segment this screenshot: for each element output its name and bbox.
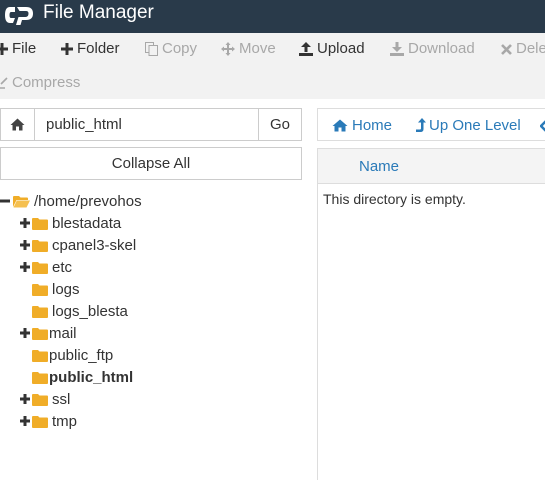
delete-label: Dele (516, 40, 545, 57)
file-table: Name This directory is empty. (317, 148, 545, 480)
path-input[interactable] (34, 108, 259, 141)
name-column-header[interactable]: Name (359, 158, 399, 175)
level-up-icon (416, 118, 426, 132)
home-icon (10, 118, 25, 131)
move-icon (221, 42, 235, 56)
back-button[interactable] (540, 109, 545, 142)
upload-button[interactable]: Upload (299, 38, 365, 60)
tree-item-label: cpanel3-skel (52, 236, 137, 254)
close-icon (501, 43, 512, 55)
plus-icon (20, 262, 30, 272)
new-file-label: File (12, 40, 37, 57)
app-header: File Manager (0, 0, 545, 33)
copy-button[interactable]: Copy (145, 38, 197, 60)
home-label: Home (352, 117, 393, 134)
move-button[interactable]: Move (221, 38, 276, 60)
tree-item-public-html[interactable]: public_html (32, 366, 133, 388)
plus-icon (20, 328, 30, 338)
delete-button[interactable]: Dele (501, 38, 545, 60)
new-file-button[interactable]: File (0, 38, 36, 60)
new-folder-label: Folder (77, 40, 120, 57)
plus-icon (61, 43, 73, 55)
tree-item-label: blestadata (52, 214, 122, 232)
tree-item-cpanel3-skel[interactable]: cpanel3-skel (20, 234, 136, 256)
toolbar: File Folder Copy Move Upload Download De… (0, 33, 545, 99)
folder-icon (32, 415, 48, 428)
new-folder-button[interactable]: Folder (61, 38, 120, 60)
tree-root[interactable]: /home/prevohos (0, 190, 142, 212)
tree-item-label: public_ftp (49, 346, 114, 364)
move-label: Move (239, 40, 276, 57)
tree-item-ssl[interactable]: ssl (20, 388, 70, 410)
tree-item-logs[interactable]: logs (32, 278, 80, 300)
back-arrow-icon (540, 119, 545, 132)
folder-icon (32, 327, 48, 340)
home-button[interactable]: Home (332, 109, 392, 142)
collapse-all-button[interactable]: Collapse All (0, 147, 302, 180)
upload-label: Upload (317, 40, 365, 57)
plus-icon (0, 43, 8, 55)
plus-icon (20, 416, 30, 426)
tree-item-label: logs_blesta (52, 302, 128, 320)
folder-icon (32, 349, 48, 362)
folder-icon (32, 283, 48, 296)
up-one-level-label: Up One Level (429, 117, 521, 134)
download-button[interactable]: Download (390, 38, 475, 60)
plus-icon (20, 240, 30, 250)
tree-item-mail[interactable]: mail (20, 322, 77, 344)
download-icon (390, 42, 404, 56)
path-bar: Go (0, 108, 302, 141)
open-folder-icon (13, 195, 30, 207)
folder-icon (32, 371, 48, 384)
folder-icon (32, 239, 48, 252)
tree-item-label: etc (52, 258, 73, 276)
compress-button[interactable]: Compress (0, 72, 80, 94)
tree-item-label: mail (49, 324, 77, 342)
tree-item-label: tmp (52, 412, 78, 430)
home-icon (332, 119, 348, 132)
tree-root-label: /home/prevohos (34, 192, 142, 210)
empty-directory-message: This directory is empty. (323, 191, 466, 207)
home-path-button[interactable] (0, 108, 34, 141)
tree-item-blestadata[interactable]: blestadata (20, 212, 121, 234)
plus-icon (20, 394, 30, 404)
folder-icon (32, 217, 48, 230)
tree-item-etc[interactable]: etc (20, 256, 72, 278)
folder-icon (32, 305, 48, 318)
up-one-level-button[interactable]: Up One Level (416, 109, 521, 142)
app-title: File Manager (43, 2, 154, 23)
cpanel-logo-icon (5, 7, 33, 25)
minus-icon (0, 199, 10, 203)
folder-icon (32, 393, 48, 406)
go-button[interactable]: Go (258, 108, 302, 141)
tree-item-logs-blesta[interactable]: logs_blesta (32, 300, 128, 322)
compress-icon (0, 77, 8, 89)
folder-icon (32, 261, 48, 274)
tree-item-label: ssl (52, 390, 71, 408)
table-header: Name (318, 149, 545, 184)
navigation-bar: Home Up One Level (317, 108, 545, 141)
compress-label: Compress (12, 74, 81, 91)
plus-icon (20, 218, 30, 228)
download-label: Download (408, 40, 475, 57)
tree-item-label: logs (52, 280, 80, 298)
tree-item-public-ftp[interactable]: public_ftp (32, 344, 113, 366)
copy-label: Copy (162, 40, 198, 57)
file-list-pane: Home Up One Level Name This directory is… (317, 108, 545, 480)
upload-icon (299, 42, 313, 56)
copy-icon (145, 42, 158, 56)
tree-item-tmp[interactable]: tmp (20, 410, 77, 432)
tree-item-label: public_html (49, 368, 134, 386)
